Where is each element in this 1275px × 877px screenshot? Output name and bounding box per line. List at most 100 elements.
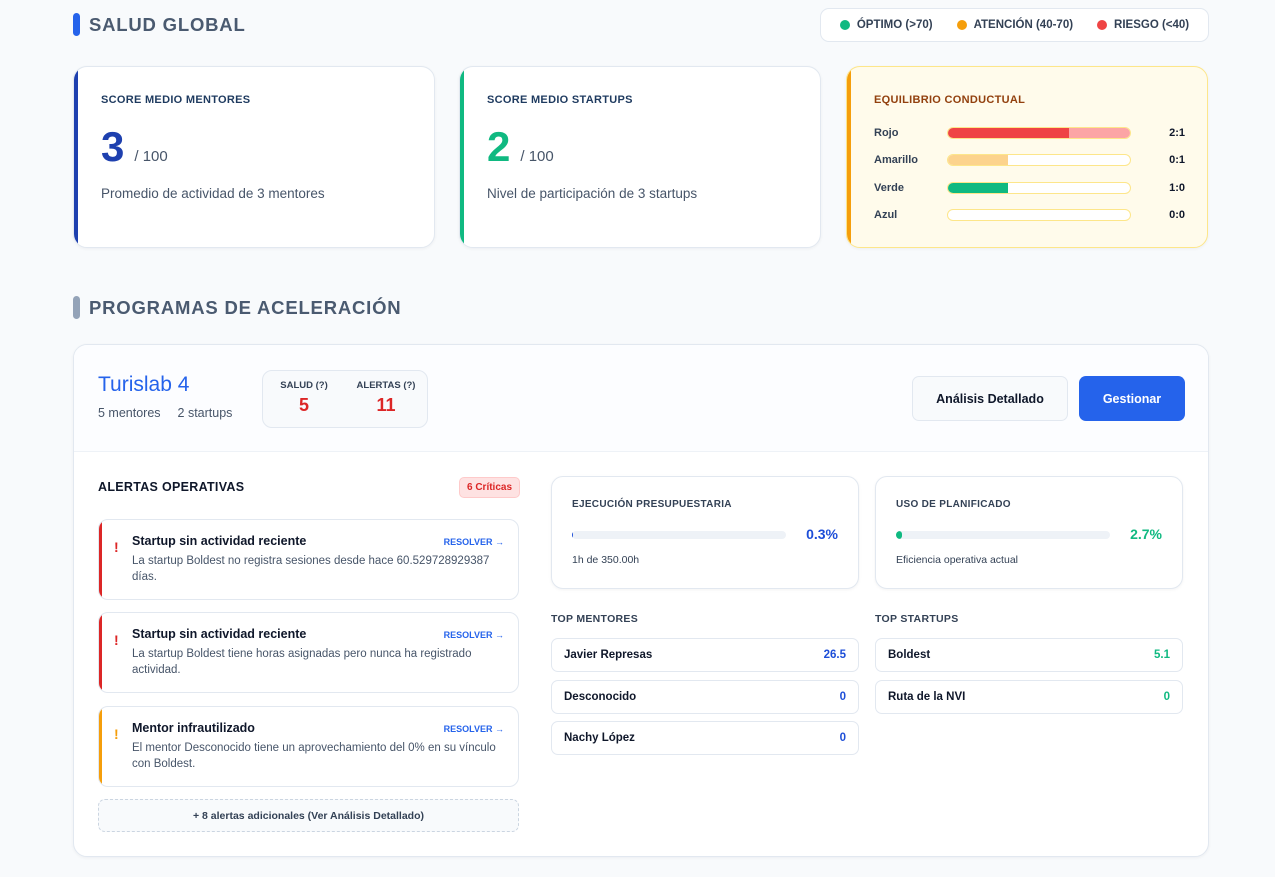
mentors-score-max: / 100 bbox=[134, 148, 168, 165]
program-header: Turislab 4 5 mentores 2 startups SALUD (… bbox=[74, 345, 1208, 452]
program-stats: SALUD (?) 5 ALERTAS (?) 11 bbox=[262, 370, 428, 428]
balance-ratio: 2:1 bbox=[1169, 127, 1185, 139]
section-marker bbox=[73, 296, 80, 319]
startups-score-desc: Nivel de participación de 3 startups bbox=[487, 186, 698, 201]
resolve-link[interactable]: RESOLVER → bbox=[444, 630, 504, 640]
budget-progress-fill bbox=[572, 531, 574, 539]
detailed-analysis-button[interactable]: Análisis Detallado bbox=[912, 376, 1068, 421]
legend-label: RIESGO (<40) bbox=[1114, 19, 1190, 31]
alert-description: El mentor Desconocido tiene un aprovecha… bbox=[132, 742, 496, 770]
legend-risk: RIESGO (<40) bbox=[1097, 19, 1189, 31]
balance-row: Amarillo 0:1 bbox=[874, 153, 1185, 167]
section-marker bbox=[73, 13, 80, 36]
balance-ratio: 0:1 bbox=[1169, 154, 1185, 166]
legend-dot-icon bbox=[839, 20, 850, 30]
program-name[interactable]: Turislab 4 bbox=[98, 373, 189, 397]
global-health-title: SALUD GLOBAL bbox=[89, 13, 246, 35]
alert-card: ! Startup sin actividad reciente La startu… bbox=[98, 612, 519, 693]
top-mentors-title: TOP MENTORES bbox=[551, 613, 639, 625]
top-item-name: Boldest bbox=[888, 649, 931, 661]
balance-track bbox=[947, 127, 1131, 139]
alerts-stat[interactable]: ALERTAS (?) 11 bbox=[345, 371, 427, 427]
budget-title: EJECUCIÓN PRESUPUESTARIA bbox=[572, 499, 732, 510]
manage-button[interactable]: Gestionar bbox=[1079, 376, 1185, 421]
balance-row-name: Rojo bbox=[874, 127, 899, 139]
balance-track bbox=[947, 154, 1131, 166]
critical-badge: 6 Críticas bbox=[459, 477, 520, 498]
legend-label: ATENCIÓN (40-70) bbox=[973, 19, 1074, 31]
alert-severity-bar bbox=[99, 707, 102, 786]
balance-segment-secondary bbox=[1069, 128, 1130, 138]
legend-dot-icon bbox=[1097, 20, 1108, 30]
startups-score-label: SCORE MEDIO STARTUPS bbox=[487, 94, 633, 106]
legend-optimal: ÓPTIMO (>70) bbox=[839, 19, 933, 31]
top-item-score: 0 bbox=[1163, 690, 1170, 703]
health-stat[interactable]: SALUD (?) 5 bbox=[263, 371, 345, 427]
mentors-score-value-wrap: 3 / 100 bbox=[101, 122, 168, 172]
startups-score-card: SCORE MEDIO STARTUPS 2 / 100 Nivel de pa… bbox=[459, 66, 821, 248]
startups-score-value: 2 bbox=[487, 123, 511, 170]
alert-title: Startup sin actividad reciente bbox=[132, 534, 307, 548]
planned-usage-card: USO DE PLANIFICADO 2.7% Eficiencia opera… bbox=[875, 476, 1183, 589]
alerts-title: ALERTAS OPERATIVAS bbox=[98, 480, 245, 494]
startups-score-value-wrap: 2 / 100 bbox=[487, 122, 554, 172]
budget-progress-track bbox=[572, 531, 786, 539]
behavior-balance-card: EQUILIBRIO CONDUCTUAL Rojo 2:1 Amarillo 0:1… bbox=[846, 66, 1208, 248]
balance-segment-primary bbox=[948, 128, 1070, 138]
top-item-name: Javier Represas bbox=[564, 649, 653, 661]
alert-description: La startup Boldest no registra sesiones … bbox=[132, 555, 490, 583]
more-alerts-button[interactable]: + 8 alertas adicionales (Ver Análisis De… bbox=[98, 799, 519, 832]
mentors-score-desc: Promedio de actividad de 3 mentores bbox=[101, 186, 325, 201]
top-startups-title: TOP STARTUPS bbox=[875, 613, 959, 625]
alert-severity-bar bbox=[99, 613, 102, 692]
top-item-score: 0 bbox=[839, 690, 846, 703]
alert-exclamation-icon: ! bbox=[114, 726, 119, 742]
balance-track bbox=[947, 209, 1131, 221]
balance-row-name: Azul bbox=[874, 209, 898, 221]
top-item-score: 5.1 bbox=[1154, 649, 1170, 661]
planned-subtext: Eficiencia operativa actual bbox=[896, 554, 1018, 566]
alert-title: Startup sin actividad reciente bbox=[132, 627, 307, 641]
balance-row-name: Verde bbox=[874, 182, 904, 194]
planned-progress-track bbox=[896, 531, 1110, 539]
balance-row-name: Amarillo bbox=[874, 154, 919, 166]
top-item-name: Nachy López bbox=[564, 732, 635, 744]
mentors-score-label: SCORE MEDIO MENTORES bbox=[101, 94, 251, 106]
planned-title: USO DE PLANIFICADO bbox=[896, 499, 1011, 510]
balance-track bbox=[947, 182, 1131, 194]
resolve-link[interactable]: RESOLVER → bbox=[444, 537, 504, 547]
behavior-balance-label: EQUILIBRIO CONDUCTUAL bbox=[874, 94, 1026, 106]
balance-segment-primary bbox=[948, 183, 1009, 193]
card-accent bbox=[74, 67, 78, 247]
alert-exclamation-icon: ! bbox=[114, 632, 119, 648]
balance-ratio: 1:0 bbox=[1169, 182, 1185, 194]
alert-card: ! Startup sin actividad reciente La startu… bbox=[98, 519, 519, 600]
budget-execution-card: EJECUCIÓN PRESUPUESTARIA 0.3% 1h de 350.… bbox=[551, 476, 859, 589]
global-health-header: SALUD GLOBAL bbox=[73, 13, 246, 36]
alert-severity-bar bbox=[99, 520, 102, 599]
top-item-name: Desconocido bbox=[564, 690, 637, 703]
alerts-stat-label: ALERTAS (?) bbox=[356, 380, 416, 391]
top-item-name: Ruta de la NVI bbox=[888, 690, 966, 703]
top-item-score: 26.5 bbox=[823, 649, 846, 661]
health-stat-value: 5 bbox=[298, 395, 309, 415]
top-list-row[interactable]: Nachy López 0 bbox=[551, 721, 859, 755]
program-startups-count: 2 startups bbox=[177, 406, 233, 420]
balance-row: Rojo 2:1 bbox=[874, 126, 1185, 140]
balance-row: Verde 1:0 bbox=[874, 181, 1185, 195]
top-list-row[interactable]: Ruta de la NVI 0 bbox=[875, 679, 1183, 714]
mentors-score-card: SCORE MEDIO MENTORES 3 / 100 Promedio de… bbox=[73, 66, 435, 248]
top-list-row[interactable]: Boldest 5.1 bbox=[875, 638, 1183, 672]
programs-header: PROGRAMAS DE ACELERACIÓN bbox=[73, 296, 401, 319]
top-list-row[interactable]: Javier Represas 26.5 bbox=[551, 638, 859, 672]
resolve-link[interactable]: RESOLVER → bbox=[444, 724, 504, 734]
startups-score-max: / 100 bbox=[520, 148, 554, 165]
alert-title: Mentor infrautilizado bbox=[132, 721, 255, 735]
planned-percent: 2.7% bbox=[1130, 526, 1162, 542]
alert-description: La startup Boldest tiene horas asignadas… bbox=[132, 648, 472, 676]
mentors-score-value: 3 bbox=[101, 123, 125, 170]
top-list-row[interactable]: Desconocido 0 bbox=[551, 679, 859, 714]
top-item-score: 0 bbox=[839, 732, 846, 744]
legend-attention: ATENCIÓN (40-70) bbox=[956, 19, 1074, 31]
health-stat-label: SALUD (?) bbox=[280, 380, 328, 391]
